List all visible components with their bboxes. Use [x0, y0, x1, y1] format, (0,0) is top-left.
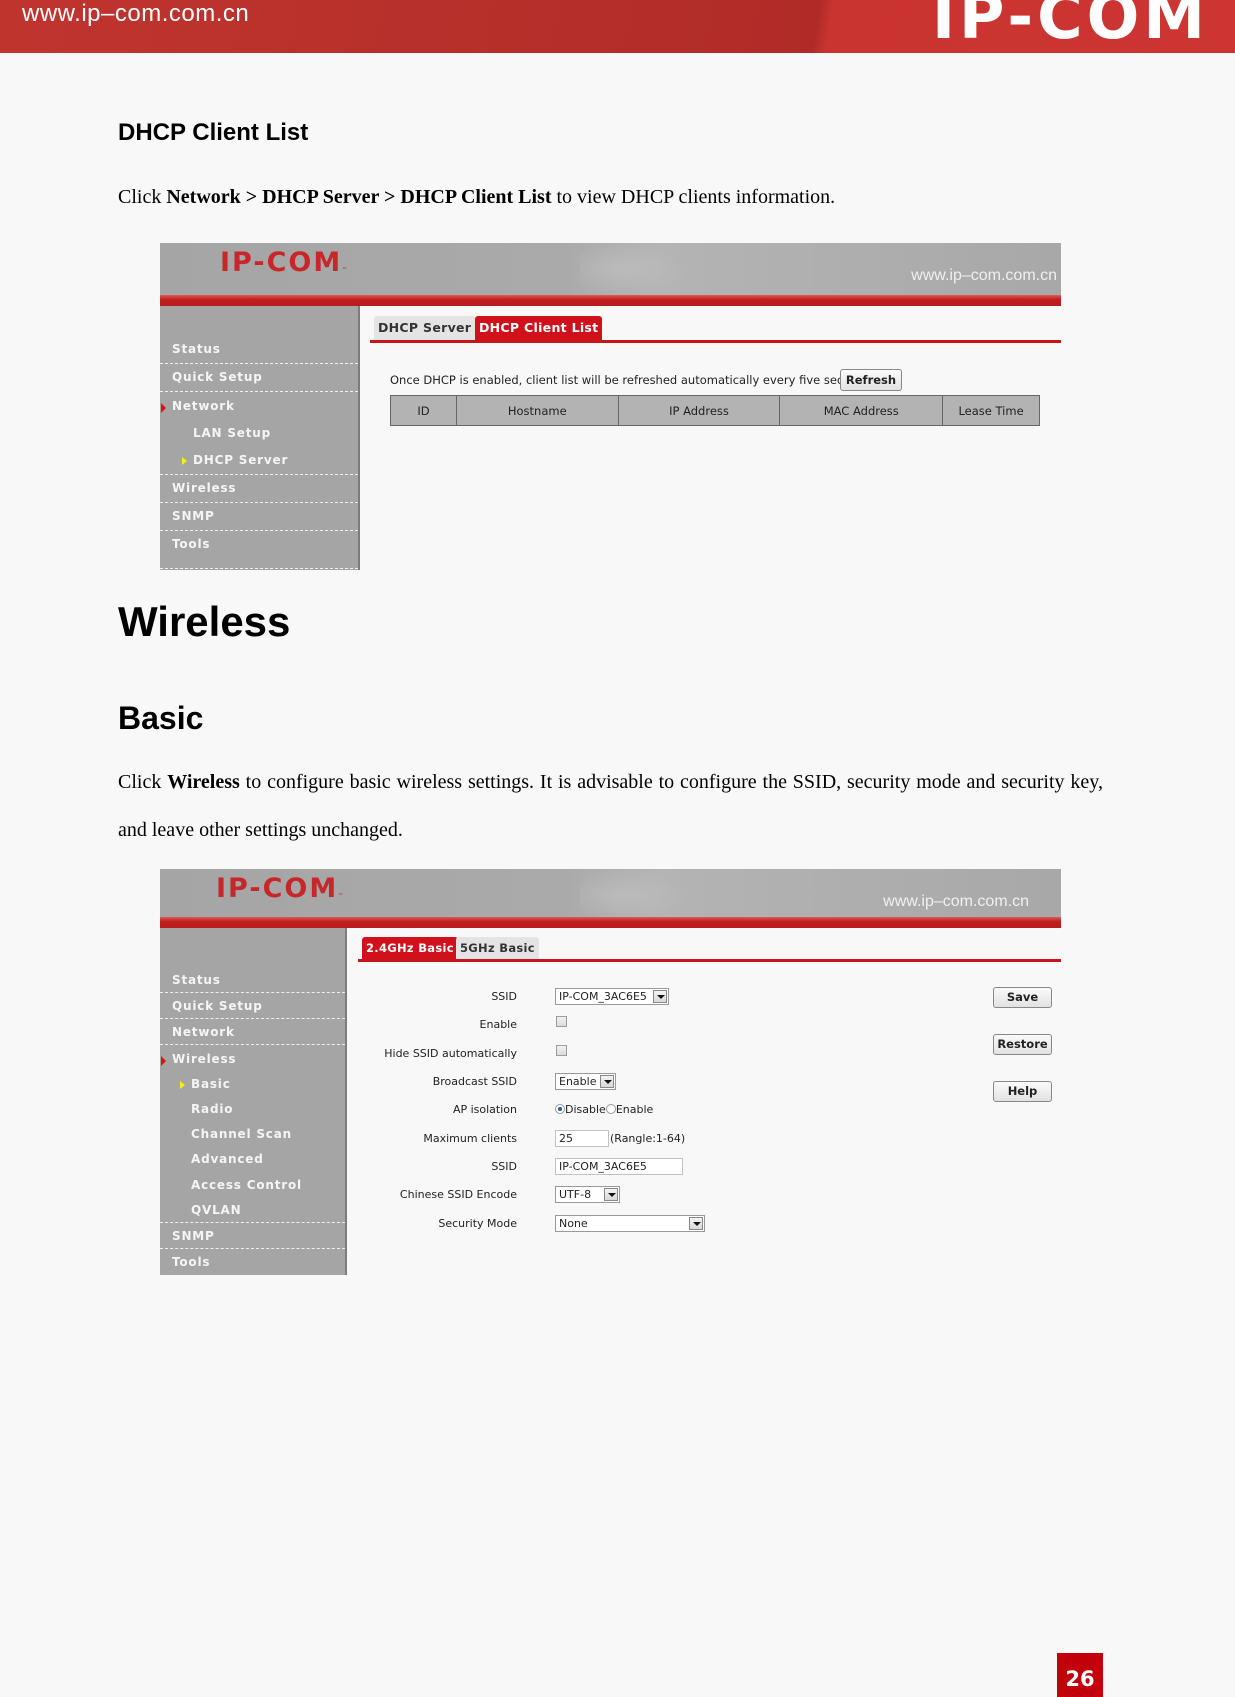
sidebar-item-lan-setup[interactable]: LAN Setup: [160, 426, 358, 440]
save-button[interactable]: Save: [993, 987, 1052, 1008]
hide-ssid-label: Hide SSID automatically: [384, 1047, 517, 1060]
ap-isolation-radio-group: Disable Enable: [555, 1103, 653, 1116]
sidebar-nav: Status Quick Setup Network LAN Setup DHC…: [160, 306, 360, 570]
dhcp-client-table: ID Hostname IP Address MAC Address Lease…: [390, 395, 1040, 426]
ap-isolation-enable-radio[interactable]: [605, 1104, 616, 1114]
security-mode-value: None: [559, 1217, 588, 1230]
intro-menu-path: Network > DHCP Server > DHCP Client List: [166, 186, 552, 208]
router-banner: IP-COM™ www.ip–com.com.cn: [160, 243, 1061, 295]
ssid-input[interactable]: IP-COM_3AC6E5: [555, 1158, 683, 1175]
sidebar-item-dhcp-server[interactable]: DHCP Server: [160, 453, 358, 467]
column-header-id: ID: [390, 395, 457, 426]
router-banner: IP-COM™ www.ip–com.com.cn: [160, 869, 1061, 921]
sidebar-item-snmp[interactable]: SNMP: [160, 509, 358, 523]
section-heading-dhcp-client-list: DHCP Client List: [118, 119, 309, 146]
enable-label: Enable: [479, 1018, 517, 1031]
header-url: www.ip–com.com.cn: [22, 0, 250, 27]
router-url: www.ip–com.com.cn: [911, 267, 1057, 284]
router-url: www.ip–com.com.cn: [883, 893, 1029, 910]
chevron-down-icon: [689, 1217, 703, 1230]
router-logo: IP-COM™: [220, 247, 350, 278]
encode-value: UTF-8: [559, 1188, 592, 1201]
tab-2-4ghz-basic[interactable]: 2.4GHz Basic: [362, 937, 458, 959]
column-header-ip-address: IP Address: [617, 395, 781, 426]
dhcp-intro-paragraph: Click Network > DHCP Server > DHCP Clien…: [118, 173, 1103, 221]
nav-divider: [160, 568, 358, 569]
max-clients-label: Maximum clients: [423, 1132, 517, 1145]
sidebar-item-tools[interactable]: Tools: [160, 1255, 345, 1269]
chinese-ssid-encode-select[interactable]: UTF-8: [555, 1186, 620, 1203]
hide-ssid-checkbox[interactable]: [556, 1045, 567, 1056]
nav-divider: [160, 474, 358, 475]
wireless-basic-screenshot: IP-COM™ www.ip–com.com.cn Status Quick S…: [160, 869, 1061, 1275]
sidebar-item-network[interactable]: Network: [160, 399, 358, 413]
nav-divider: [160, 1248, 345, 1249]
world-map-graphic: [580, 243, 690, 295]
ssid-select-value: IP-COM_3AC6E5: [559, 990, 647, 1003]
broadcast-ssid-select[interactable]: Enable: [555, 1073, 616, 1090]
nav-divider: [160, 363, 358, 364]
refresh-notice: Once DHCP is enabled, client list will b…: [390, 373, 875, 387]
radio-label-enable: Enable: [615, 1103, 654, 1116]
broadcast-ssid-label: Broadcast SSID: [432, 1075, 517, 1088]
sidebar-item-qvlan[interactable]: QVLAN: [160, 1203, 345, 1217]
router-logo: IP-COM™: [216, 873, 346, 904]
page-number-badge: 26: [1057, 1653, 1103, 1697]
ssid-select-label: SSID: [491, 990, 517, 1003]
ssid-select[interactable]: IP-COM_3AC6E5: [555, 988, 669, 1005]
intro-text: Click: [118, 186, 167, 208]
section-heading-wireless: Wireless: [118, 598, 291, 645]
chevron-down-icon: [604, 1188, 618, 1201]
intro-text: to view DHCP clients information.: [551, 186, 836, 208]
sidebar-item-wireless[interactable]: Wireless: [160, 481, 358, 495]
broadcast-ssid-value: Enable: [559, 1075, 597, 1088]
header-logo: IP-COM: [931, 0, 1209, 53]
tab-dhcp-client-list[interactable]: DHCP Client List: [475, 316, 603, 340]
nav-divider: [160, 502, 358, 503]
wireless-intro-paragraph: Click Wireless to configure basic wirele…: [118, 758, 1103, 854]
world-map-graphic: [580, 869, 690, 921]
banner-red-bar: [160, 917, 1061, 928]
router-logo-text: IP-COM: [216, 873, 339, 904]
intro-menu-path: Wireless: [167, 771, 240, 793]
section-subheading-basic: Basic: [118, 700, 204, 736]
tab-underline: [358, 959, 1061, 962]
dhcp-client-list-screenshot: IP-COM™ www.ip–com.com.cn Status Quick S…: [160, 243, 1061, 570]
page-header-banner: www.ip–com.com.cn IP-COM: [0, 0, 1235, 53]
banner-red-bar: [160, 295, 1061, 306]
nav-divider: [160, 1044, 345, 1045]
table-header-row: ID Hostname IP Address MAC Address Lease…: [390, 395, 1040, 426]
ap-isolation-label: AP isolation: [452, 1103, 517, 1116]
ap-isolation-disable-radio[interactable]: [555, 1104, 565, 1114]
tab-dhcp-server[interactable]: DHCP Server: [374, 316, 476, 340]
column-header-mac-address: MAC Address: [779, 395, 944, 426]
chinese-ssid-encode-label: Chinese SSID Encode: [399, 1188, 517, 1201]
tab-underline: [370, 340, 1061, 343]
sidebar-item-status[interactable]: Status: [160, 973, 345, 987]
radio-label-disable: Disable: [565, 1103, 606, 1116]
intro-text: to configure basic wireless settings. It…: [118, 771, 1103, 841]
ssid-text-label: SSID: [491, 1160, 517, 1173]
column-header-lease-time: Lease Time: [942, 395, 1040, 426]
nav-divider: [160, 391, 358, 392]
chevron-down-icon: [600, 1075, 614, 1088]
enable-checkbox[interactable]: [556, 1016, 567, 1027]
column-header-hostname: Hostname: [455, 395, 619, 426]
chevron-down-icon: [653, 990, 667, 1003]
intro-text: Click: [118, 771, 168, 793]
max-clients-input[interactable]: 25: [555, 1130, 609, 1147]
nav-divider: [160, 530, 358, 531]
tab-5ghz-basic[interactable]: 5GHz Basic: [456, 937, 539, 959]
help-button[interactable]: Help: [993, 1081, 1052, 1102]
router-logo-text: IP-COM: [220, 247, 343, 278]
sidebar-item-snmp[interactable]: SNMP: [160, 1229, 345, 1243]
sidebar-item-tools[interactable]: Tools: [160, 537, 358, 551]
restore-button[interactable]: Restore: [993, 1034, 1052, 1055]
security-mode-select[interactable]: None: [555, 1215, 705, 1232]
sidebar-item-quick-setup[interactable]: Quick Setup: [160, 370, 358, 384]
max-clients-hint: (Rangle:1-64): [610, 1132, 686, 1145]
sidebar-item-status[interactable]: Status: [160, 342, 358, 356]
security-mode-label: Security Mode: [438, 1217, 517, 1230]
refresh-button[interactable]: Refresh: [840, 369, 902, 391]
